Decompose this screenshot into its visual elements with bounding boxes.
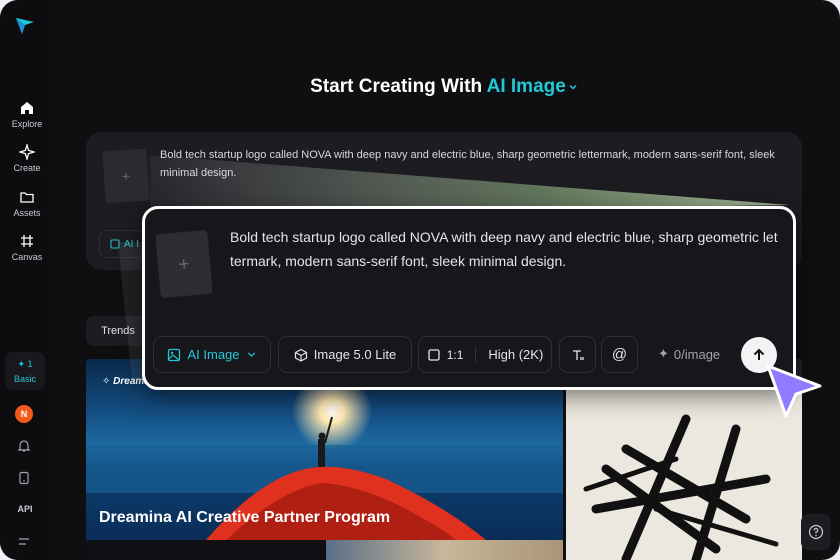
mention-button[interactable]: @ [601, 336, 638, 373]
gallery-tile[interactable] [326, 540, 563, 560]
image-icon [168, 348, 181, 361]
mode-label: AI Image [486, 76, 566, 97]
sidebar-item-label: Canvas [11, 252, 43, 262]
sparkle-icon [19, 144, 35, 160]
help-button[interactable] [801, 514, 831, 550]
api-link[interactable]: API [0, 504, 50, 514]
image-icon [110, 239, 120, 249]
square-icon [428, 348, 440, 361]
bell-icon[interactable] [17, 439, 31, 453]
plus-icon: + [121, 167, 131, 185]
reference-image-slot[interactable]: + [102, 148, 150, 204]
model-selector[interactable]: Image 5.0 Lite [278, 336, 412, 373]
prompt-text-preview[interactable]: Bold tech startup logo called NOVA with … [160, 146, 790, 182]
prompt-input[interactable]: Bold tech startup logo called NOVA with … [230, 225, 778, 273]
quality-label: High (2K) [488, 347, 544, 362]
title-prefix: Start Creating With [310, 76, 483, 97]
plan-label: Basic [13, 373, 36, 384]
credits-badge[interactable]: ✦ 1 Basic [5, 352, 45, 390]
credit-count-value: 1 [27, 358, 33, 369]
banner-caption: Dreamina AI Creative Partner Program [99, 509, 391, 526]
mode-dropdown-label: AI Image [187, 347, 240, 362]
chevron-down-icon [569, 84, 577, 90]
sidebar-item-explore[interactable]: Explore [0, 100, 54, 129]
sidebar-item-assets[interactable]: Assets [0, 189, 54, 218]
at-icon: @ [611, 346, 628, 363]
app-window: Explore Create Assets Canvas ✦ 1 Basic N… [0, 0, 840, 560]
cost-label: 0/image [673, 346, 721, 362]
chevron-down-icon [247, 352, 255, 357]
avatar[interactable]: N [15, 405, 33, 423]
home-icon [21, 102, 33, 114]
sidebar-item-create[interactable]: Create [0, 144, 54, 173]
sparkle-icon: ✦ [658, 346, 669, 361]
ratio-quality-selector[interactable]: 1:1 High (2K) [418, 336, 552, 373]
model-label: Image 5.0 Lite [313, 347, 397, 362]
cursor-pointer-icon [766, 364, 822, 418]
generation-cost: ✦ 0/image [658, 346, 720, 362]
text-format-icon [572, 349, 584, 360]
text-style-button[interactable] [559, 336, 596, 373]
help-icon [808, 524, 824, 540]
mode-button-small-label: AI I [124, 238, 140, 250]
sidebar-item-label: Explore [11, 119, 43, 129]
canvas-icon [21, 235, 33, 247]
gallery-tile[interactable] [86, 540, 324, 560]
sidebar-item-label: Create [13, 163, 41, 173]
tab-trends[interactable]: Trends [86, 316, 150, 346]
page-title: Start Creating With AI Image [0, 76, 840, 98]
sidebar-item-canvas[interactable]: Canvas [0, 233, 54, 262]
ratio-label: 1:1 [446, 347, 464, 362]
sidebar-item-label: Assets [13, 208, 41, 218]
plus-icon: + [177, 253, 191, 274]
app-logo-icon[interactable] [14, 14, 36, 36]
cube-icon [294, 348, 307, 362]
menu-icon[interactable] [17, 535, 31, 549]
phone-icon[interactable] [17, 471, 31, 485]
mode-selector[interactable]: AI Image [487, 76, 578, 97]
mode-button-small[interactable]: AI I [99, 230, 145, 258]
folder-icon [20, 192, 34, 203]
reference-image-upload[interactable]: + [155, 229, 213, 299]
credit-count: ✦ 1 [17, 358, 33, 369]
mode-dropdown[interactable]: AI Image [153, 336, 271, 373]
arrow-up-icon [753, 348, 765, 360]
divider [475, 346, 477, 363]
